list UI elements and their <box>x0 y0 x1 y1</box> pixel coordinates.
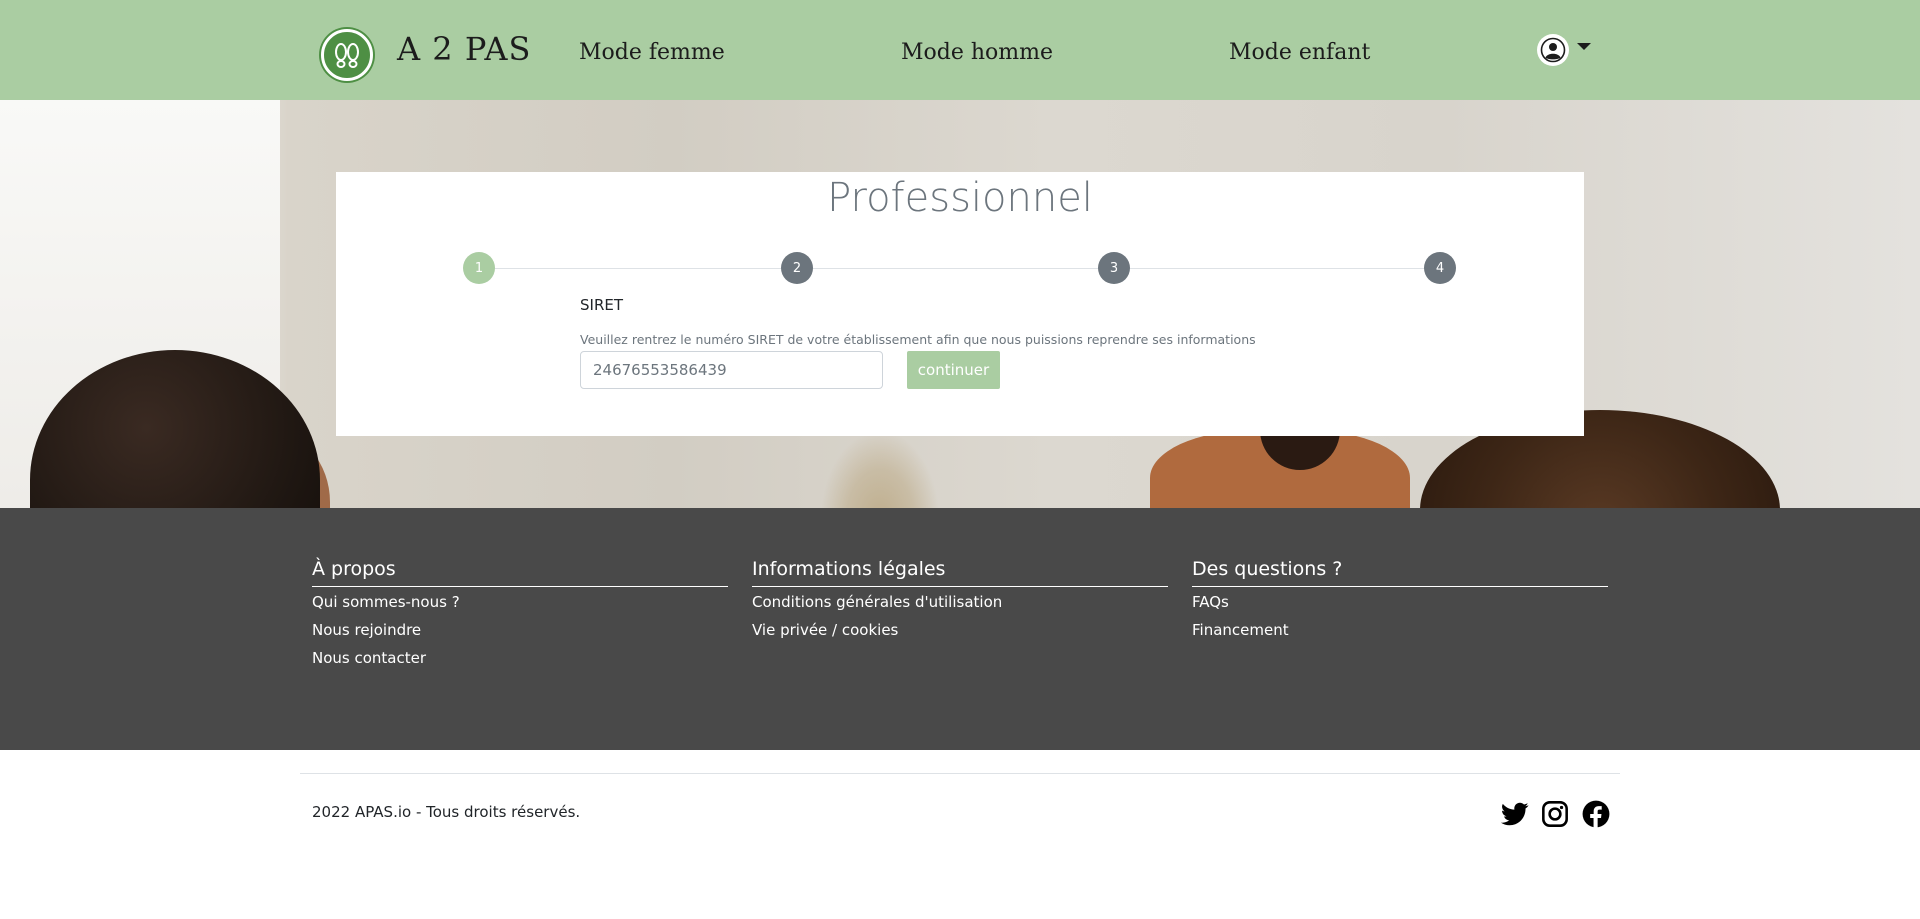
professional-signup-card: Professionnel 1 2 3 4 SIRET Veuillez ren… <box>336 172 1584 436</box>
twitter-icon[interactable] <box>1500 800 1529 828</box>
footer-link-nous-contacter[interactable]: Nous contacter <box>312 649 728 667</box>
step-1[interactable]: 1 <box>463 252 495 284</box>
nav-link-mode-homme[interactable]: Mode homme <box>901 40 1053 65</box>
brand-name[interactable]: A 2 PAS <box>397 30 531 68</box>
footer-heading-legal: Informations légales <box>752 558 1168 587</box>
step-2[interactable]: 2 <box>781 252 813 284</box>
continue-button[interactable]: continuer <box>907 351 1000 389</box>
user-menu-dropdown[interactable] <box>1537 34 1591 66</box>
footer-column-legal: Informations légales Conditions générale… <box>752 558 1168 639</box>
brand-logo[interactable] <box>321 29 373 81</box>
step-3[interactable]: 3 <box>1098 252 1130 284</box>
step-4[interactable]: 4 <box>1424 252 1456 284</box>
nav-link-mode-enfant[interactable]: Mode enfant <box>1229 40 1370 65</box>
nav-link-mode-femme[interactable]: Mode femme <box>579 40 725 65</box>
top-navbar: A 2 PAS Mode femme Mode homme Mode enfan… <box>0 0 1920 100</box>
footer-link-faqs[interactable]: FAQs <box>1192 593 1608 611</box>
siret-input[interactable] <box>580 351 883 389</box>
footer-link-qui-sommes-nous[interactable]: Qui sommes-nous ? <box>312 593 728 611</box>
footer-heading-about: À propos <box>312 558 728 587</box>
footer-column-questions: Des questions ? FAQs Financement <box>1192 558 1608 639</box>
siret-help-text: Veuillez rentrez le numéro SIRET de votr… <box>580 332 1256 347</box>
instagram-icon[interactable] <box>1541 800 1569 828</box>
footer-heading-questions: Des questions ? <box>1192 558 1608 587</box>
footer-link-cgu[interactable]: Conditions générales d'utilisation <box>752 593 1168 611</box>
footer-link-financement[interactable]: Financement <box>1192 621 1608 639</box>
siret-label: SIRET <box>580 296 624 314</box>
user-avatar-icon <box>1537 34 1569 66</box>
stepper-line <box>480 268 1440 269</box>
footprints-icon <box>335 43 359 68</box>
footer-column-about: À propos Qui sommes-nous ? Nous rejoindr… <box>312 558 728 667</box>
facebook-icon[interactable] <box>1582 800 1610 828</box>
divider <box>300 773 1620 774</box>
footer-link-nous-rejoindre[interactable]: Nous rejoindre <box>312 621 728 639</box>
copyright-text: 2022 APAS.io - Tous droits réservés. <box>312 803 581 821</box>
page-title: Professionnel <box>827 175 1093 221</box>
footer: À propos Qui sommes-nous ? Nous rejoindr… <box>0 508 1920 750</box>
chevron-down-icon <box>1577 42 1591 50</box>
footer-link-privacy-cookies[interactable]: Vie privée / cookies <box>752 621 1168 639</box>
